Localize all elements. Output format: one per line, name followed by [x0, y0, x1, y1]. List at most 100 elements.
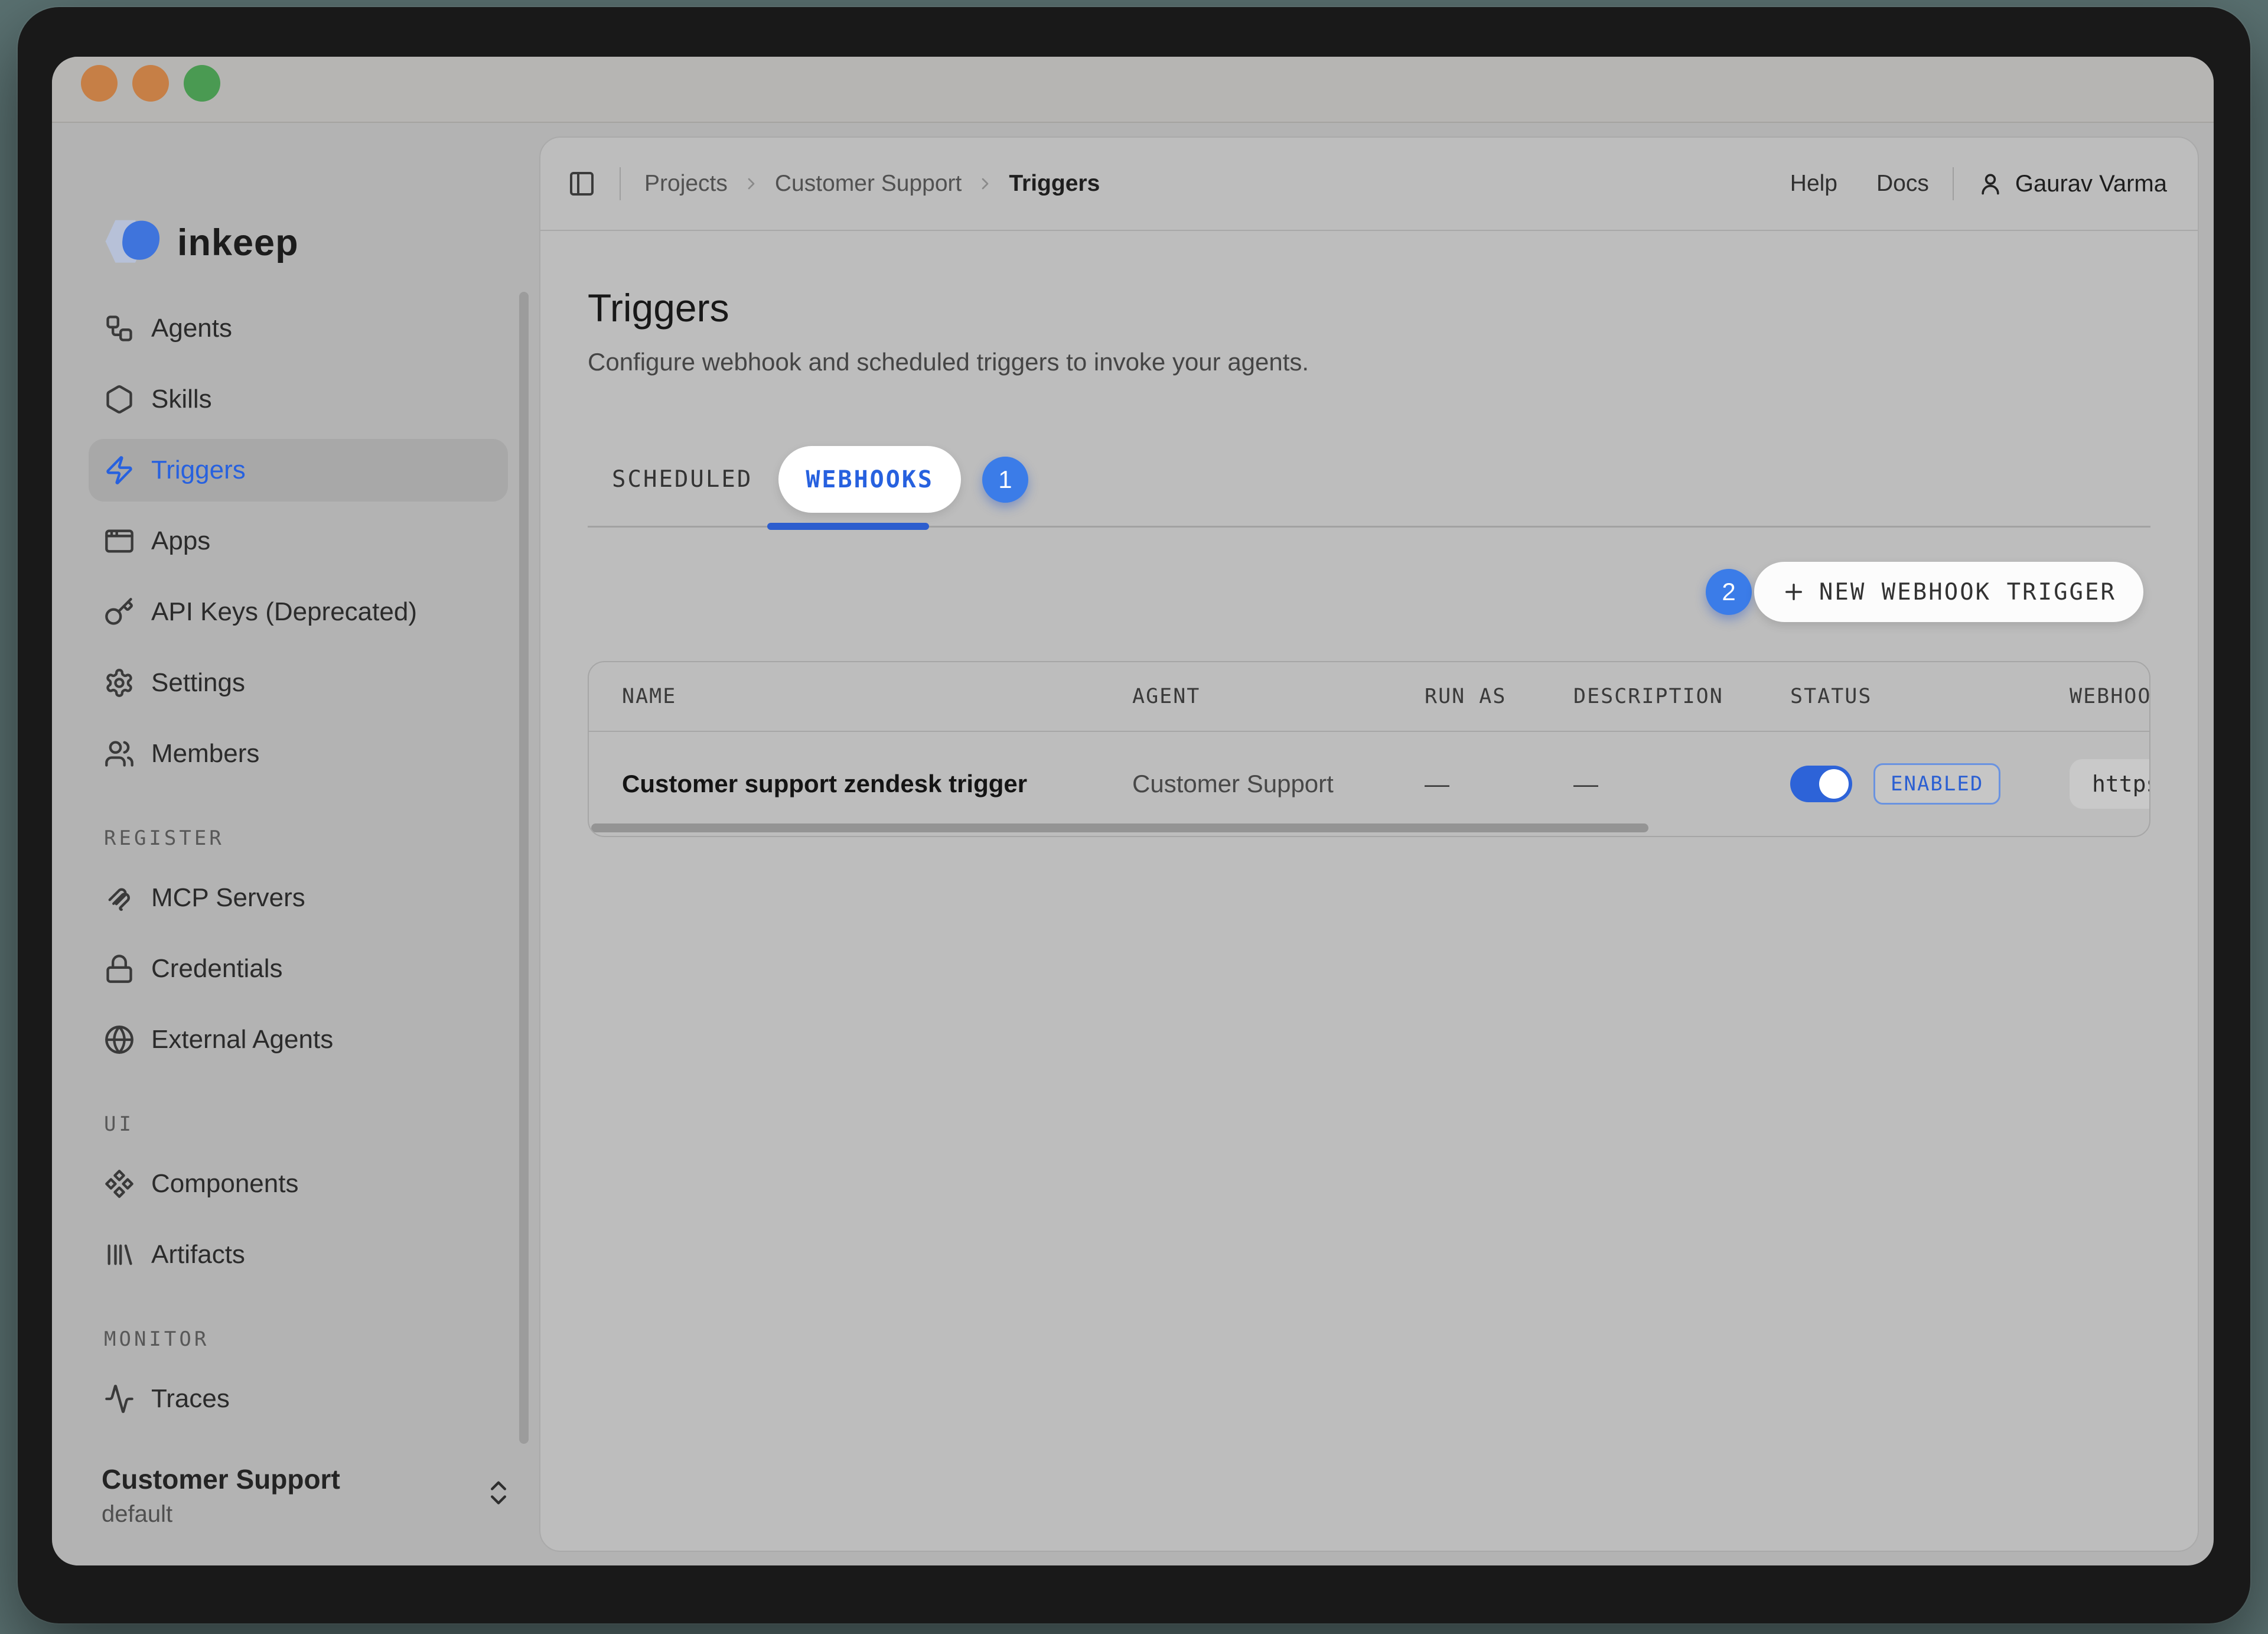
chevron-right-icon: [742, 174, 761, 193]
plus-icon: [1781, 580, 1806, 604]
trigger-webhook-cell: https: [2070, 759, 2149, 809]
sidebar-toggle-icon[interactable]: [568, 170, 596, 198]
chevrons-up-down-icon: [483, 1477, 514, 1508]
user-icon: [1977, 171, 2003, 197]
chevron-right-icon: [976, 174, 995, 193]
sidebar-item-api-keys[interactable]: API Keys (Deprecated): [89, 581, 508, 643]
trigger-description: —: [1573, 770, 1790, 798]
sidebar-item-mcp-servers[interactable]: MCP Servers: [89, 867, 508, 929]
workspace-name: Customer Support: [102, 1463, 503, 1495]
sidebar-item-traces[interactable]: Traces: [89, 1368, 508, 1430]
sidebar-item-label: Skills: [151, 385, 212, 414]
sidebar-item-triggers[interactable]: Triggers: [89, 439, 508, 502]
breadcrumb-projects[interactable]: Projects: [644, 171, 728, 197]
column-header-name: NAME: [589, 685, 1132, 708]
triggers-table: NAME AGENT RUN AS DESCRIPTION STATUS WEB…: [588, 661, 2150, 837]
inkeep-logo[interactable]: inkeep: [100, 214, 539, 271]
breadcrumb-customer-support[interactable]: Customer Support: [775, 171, 962, 197]
trigger-name: Customer support zendesk trigger: [589, 770, 1132, 798]
sidebar-section-register: REGISTER: [52, 826, 539, 850]
tab-underline: [588, 526, 2150, 528]
page-title: Triggers: [588, 285, 2150, 330]
sidebar-item-label: Artifacts: [151, 1240, 245, 1270]
zoom-window-button[interactable]: [184, 65, 220, 102]
app-window: inkeep Agents Skills Trig: [18, 7, 2250, 1623]
hexagon-icon: [104, 384, 135, 415]
trigger-status-cell: ENABLED: [1790, 763, 2070, 805]
column-header-description: DESCRIPTION: [1573, 685, 1790, 708]
key-icon: [104, 597, 135, 627]
window-titlebar: [52, 57, 2214, 123]
column-header-status: STATUS: [1790, 685, 2070, 708]
sidebar-item-label: Components: [151, 1169, 298, 1199]
trigger-agent: Customer Support: [1132, 770, 1425, 798]
table-row[interactable]: Customer support zendesk trigger Custome…: [589, 732, 2149, 836]
sidebar-item-agents[interactable]: Agents: [89, 297, 508, 360]
inkeep-logo-icon: [100, 214, 170, 271]
toggle-knob: [1819, 769, 1849, 799]
sidebar-item-label: Traces: [151, 1384, 230, 1414]
annotation-badge-2: 2: [1706, 569, 1752, 615]
component-icon: [104, 1168, 135, 1199]
app-body: inkeep Agents Skills Trig: [52, 123, 2214, 1565]
sidebar-item-label: MCP Servers: [151, 883, 305, 913]
docs-link[interactable]: Docs: [1876, 171, 1929, 197]
status-toggle[interactable]: [1790, 766, 1852, 802]
workspace-switcher[interactable]: Customer Support default: [102, 1463, 503, 1528]
sidebar-item-external-agents[interactable]: External Agents: [89, 1008, 508, 1071]
sidebar-item-settings[interactable]: Settings: [89, 652, 508, 714]
tab-webhooks[interactable]: WEBHOOKS: [778, 446, 961, 513]
minimize-window-button[interactable]: [132, 65, 169, 102]
users-icon: [104, 738, 135, 769]
sidebar-item-label: API Keys (Deprecated): [151, 597, 417, 627]
sidebar: inkeep Agents Skills Trig: [52, 123, 539, 1565]
bars-icon: [104, 1239, 135, 1270]
sidebar-item-label: External Agents: [151, 1025, 333, 1054]
user-menu[interactable]: Gaurav Varma: [1977, 171, 2167, 197]
user-name: Gaurav Varma: [2015, 171, 2167, 197]
workspace-environment: default: [102, 1501, 503, 1528]
table-header-row: NAME AGENT RUN AS DESCRIPTION STATUS WEB…: [589, 662, 2149, 732]
gear-icon: [104, 668, 135, 698]
close-window-button[interactable]: [81, 65, 118, 102]
breadcrumb-triggers: Triggers: [1009, 171, 1100, 197]
sidebar-item-credentials[interactable]: Credentials: [89, 938, 508, 1000]
table-horizontal-scrollbar[interactable]: [591, 823, 1648, 832]
sidebar-item-members[interactable]: Members: [89, 722, 508, 785]
sidebar-item-label: Members: [151, 739, 259, 769]
globe-icon: [104, 1024, 135, 1055]
breadcrumb: Projects Customer Support Triggers: [644, 171, 1100, 197]
sidebar-item-label: Apps: [151, 526, 210, 556]
workflow-icon: [104, 313, 135, 344]
app-window-icon: [104, 526, 135, 556]
sidebar-item-apps[interactable]: Apps: [89, 510, 508, 572]
help-link[interactable]: Help: [1790, 171, 1837, 197]
lock-icon: [104, 953, 135, 984]
sidebar-item-skills[interactable]: Skills: [89, 368, 508, 431]
sidebar-item-label: Triggers: [151, 455, 246, 485]
column-header-webhook: WEBHOO: [2070, 685, 2149, 708]
logo-wordmark: inkeep: [177, 222, 299, 264]
sidebar-item-label: Credentials: [151, 954, 283, 984]
activity-icon: [104, 1384, 135, 1414]
new-webhook-trigger-label: NEW WEBHOOK TRIGGER: [1819, 579, 2116, 606]
window-content: inkeep Agents Skills Trig: [52, 57, 2214, 1565]
sidebar-item-artifacts[interactable]: Artifacts: [89, 1223, 508, 1286]
sidebar-section-monitor: MONITOR: [52, 1327, 539, 1351]
webhook-url-chip[interactable]: https: [2070, 759, 2149, 809]
sidebar-scrollbar[interactable]: [519, 292, 529, 1444]
new-webhook-trigger-button[interactable]: NEW WEBHOOK TRIGGER: [1754, 562, 2143, 622]
sidebar-item-components[interactable]: Components: [89, 1153, 508, 1215]
header-divider: [1953, 167, 1954, 200]
page-content: Triggers Configure webhook and scheduled…: [540, 231, 2198, 1551]
column-header-run-as: RUN AS: [1425, 685, 1573, 708]
tabs: SCHEDULED WEBHOOKS 1: [588, 446, 2150, 513]
sidebar-nav: Agents Skills Triggers Apps: [52, 297, 539, 785]
top-header: Projects Customer Support Triggers Help …: [540, 138, 2198, 231]
page-subtitle: Configure webhook and scheduled triggers…: [588, 348, 2150, 376]
tab-scheduled[interactable]: SCHEDULED: [612, 466, 752, 493]
header-divider: [620, 167, 621, 200]
main-card: Projects Customer Support Triggers Help …: [539, 136, 2199, 1552]
sidebar-item-label: Agents: [151, 314, 232, 343]
zap-icon: [104, 455, 135, 486]
